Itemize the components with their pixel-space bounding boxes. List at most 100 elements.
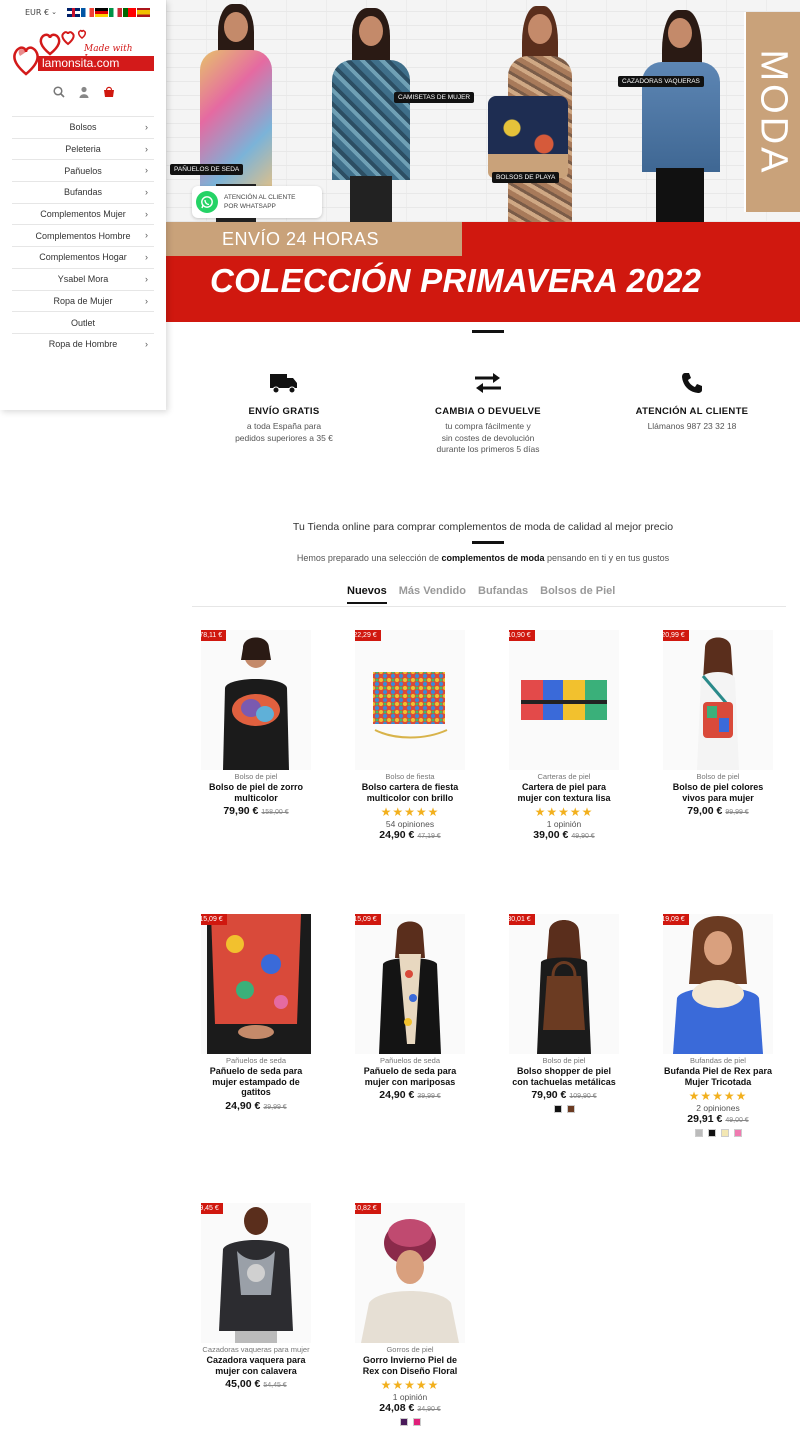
flag-pt-icon[interactable] xyxy=(122,7,136,17)
product-price: 45,00 € xyxy=(225,1378,261,1390)
chevron-right-icon: › xyxy=(145,338,148,349)
flag-it-icon[interactable] xyxy=(108,7,122,17)
moda-label: MODA xyxy=(744,12,800,212)
product-card[interactable]: -10,82 € Gorros de piel Gorro Invierno P… xyxy=(347,1203,473,1426)
swatch-cream[interactable] xyxy=(720,1129,729,1137)
swatch-purple[interactable] xyxy=(399,1418,408,1426)
product-image[interactable]: -10,90 € xyxy=(509,630,619,770)
sidebar-item-complementos-hombre[interactable]: Complementos Hombre › xyxy=(12,224,154,246)
product-image[interactable]: -9,45 € xyxy=(201,1203,311,1343)
product-name[interactable]: Bolso cartera de fiesta multicolor con b… xyxy=(355,782,465,803)
product-name[interactable]: Bolso shopper de piel con tachuelas metá… xyxy=(509,1066,619,1087)
feature-title: ATENCIÓN AL CLIENTE xyxy=(635,406,749,417)
product-old-price: 158,00 € xyxy=(261,809,289,816)
sidebar-item-bolsos[interactable]: Bolsos › xyxy=(12,116,154,138)
product-image[interactable]: -20,99 € xyxy=(663,630,773,770)
flag-fr-icon[interactable] xyxy=(80,7,94,17)
product-name[interactable]: Bufanda Piel de Rex para Mujer Tricotada xyxy=(663,1066,773,1087)
sidebar-item-complementos-hogar[interactable]: Complementos Hogar › xyxy=(12,246,154,268)
feature-returns: CAMBIA O DEVUELVE tu compra fácilmente y… xyxy=(408,370,568,456)
product-image[interactable]: -30,01 € xyxy=(509,914,619,1054)
product-card[interactable]: -9,45 € Cazadoras vaqueras para mujer Ca… xyxy=(193,1203,319,1390)
logo[interactable]: Made with Love lamonsita.com xyxy=(12,28,154,76)
product-name[interactable]: Cartera de piel para mujer con textura l… xyxy=(509,782,619,803)
feature-support: ATENCIÓN AL CLIENTE Llámanos 987 23 32 1… xyxy=(612,370,772,433)
product-name[interactable]: Bolso de piel de zorro multicolor xyxy=(201,782,311,803)
tab-bolsos-piel[interactable]: Bolsos de Piel xyxy=(540,585,615,604)
product-name[interactable]: Cazadora vaquera para mujer con calavera xyxy=(201,1355,311,1376)
product-name[interactable]: Bolso de piel colores vivos para mujer xyxy=(663,782,773,803)
product-card[interactable]: -15,09 € Pañuelos de seda Pañuelo de sed… xyxy=(193,914,319,1112)
sidebar-item-label: Bolsos xyxy=(69,122,97,133)
product-image[interactable]: -19,09 € xyxy=(663,914,773,1054)
sidebar-item-complementos-mujer[interactable]: Complementos Mujer › xyxy=(12,202,154,225)
sidebar-item-label: Peleteria xyxy=(65,144,101,155)
sidebar-item-label: Complementos Mujer xyxy=(40,209,126,220)
product-category: Bolso de piel xyxy=(542,1056,586,1065)
hero-tag[interactable]: PAÑUELOS DE SEDA xyxy=(170,164,244,175)
search-icon[interactable] xyxy=(53,86,65,98)
sidebar-item-outlet[interactable]: Outlet xyxy=(12,311,154,333)
sidebar-item-panuelos[interactable]: Pañuelos › xyxy=(12,159,154,181)
feature-desc: a toda España para xyxy=(246,421,322,431)
sidebar-item-ropa-hombre[interactable]: Ropa de Hombre › xyxy=(12,332,154,355)
product-price: 24,90 € xyxy=(379,829,415,841)
hero-tag[interactable]: BOLSOS DE PLAYA xyxy=(492,172,560,183)
swatch-black[interactable] xyxy=(553,1105,562,1113)
tab-bufandas[interactable]: Bufandas xyxy=(478,585,528,604)
swatch-brown[interactable] xyxy=(566,1105,575,1113)
tab-mas-vendido[interactable]: Más Vendido xyxy=(399,585,466,604)
chevron-right-icon: › xyxy=(145,165,148,176)
tabs-divider xyxy=(192,606,786,607)
logo-name: lamonsita.com xyxy=(38,56,154,71)
hero-tag[interactable]: CAMISETAS DE MUJER xyxy=(394,92,475,103)
feature-desc: durante los primeros 5 días xyxy=(436,444,540,454)
product-card[interactable]: -20,99 € Bolso de piel Bolso de piel col… xyxy=(655,630,781,817)
feature-desc: Llámanos 987 23 32 18 xyxy=(647,421,737,431)
whatsapp-icon xyxy=(196,191,218,213)
sidebar-item-label: Complementos Hogar xyxy=(39,252,127,263)
product-image[interactable]: -15,09 € xyxy=(355,914,465,1054)
product-image[interactable]: -10,82 € xyxy=(355,1203,465,1343)
sidebar-item-peleteria[interactable]: Peleteria › xyxy=(12,137,154,160)
sidebar-item-ysabel-mora[interactable]: Ysabel Mora › xyxy=(12,267,154,290)
product-card[interactable]: -78,11 € Bolso de piel Bolso de piel de … xyxy=(193,630,319,817)
product-image[interactable]: -22,29 € xyxy=(355,630,465,770)
currency-selector[interactable]: EUR € ⌄ xyxy=(25,8,57,17)
header-icons xyxy=(53,86,115,98)
sidebar-item-ropa-mujer[interactable]: Ropa de Mujer › xyxy=(12,289,154,312)
product-card[interactable]: -22,29 € Bolso de fiesta Bolso cartera d… xyxy=(347,630,473,841)
product-image[interactable]: -15,09 € xyxy=(201,914,311,1054)
flag-de-icon[interactable] xyxy=(94,7,108,17)
hero-tag[interactable]: CAZADORAS VAQUERAS xyxy=(618,76,704,87)
flag-uk-icon[interactable] xyxy=(66,7,80,17)
hero-banner[interactable]: PAÑUELOS DE SEDA CAMISETAS DE MUJER BOLS… xyxy=(166,0,800,322)
swatch-grey[interactable] xyxy=(694,1129,703,1137)
swatch-pink[interactable] xyxy=(733,1129,742,1137)
flag-es-icon[interactable] xyxy=(136,7,150,17)
product-name[interactable]: Gorro Invierno Piel de Rex con Diseño Fl… xyxy=(355,1355,465,1376)
discount-badge: -30,01 € xyxy=(509,914,535,925)
chevron-right-icon: › xyxy=(145,208,148,219)
swatch-black[interactable] xyxy=(707,1129,716,1137)
product-card[interactable]: -15,09 € Pañuelos de seda Pañuelo de sed… xyxy=(347,914,473,1101)
cart-icon[interactable] xyxy=(103,86,115,98)
whatsapp-button[interactable]: ATENCIÓN AL CLIENTE POR WHATSAPP xyxy=(192,186,322,218)
tab-nuevos[interactable]: Nuevos xyxy=(347,585,387,604)
product-card[interactable]: -30,01 € Bolso de piel Bolso shopper de … xyxy=(501,914,627,1113)
product-name[interactable]: Pañuelo de seda para mujer estampado de … xyxy=(201,1066,311,1098)
user-icon[interactable] xyxy=(79,86,89,98)
rating-stars: ★★★★★ xyxy=(534,805,594,819)
product-price: 29,91 € xyxy=(687,1113,723,1125)
product-card[interactable]: -10,90 € Carteras de piel Cartera de pie… xyxy=(501,630,627,841)
sidebar-item-bufandas[interactable]: Bufandas › xyxy=(12,181,154,203)
discount-badge: -20,99 € xyxy=(663,630,689,641)
section-divider xyxy=(472,330,504,333)
product-card[interactable]: -19,09 € Bufandas de piel Bufanda Piel d… xyxy=(655,914,781,1137)
product-price: 24,90 € xyxy=(379,1089,415,1101)
product-name[interactable]: Pañuelo de seda para mujer con mariposas xyxy=(355,1066,465,1087)
swatch-pink[interactable] xyxy=(412,1418,421,1426)
sidebar-item-label: Bufandas xyxy=(63,187,103,198)
product-image[interactable]: -78,11 € xyxy=(201,630,311,770)
sidebar-item-label: Pañuelos xyxy=(64,165,102,176)
